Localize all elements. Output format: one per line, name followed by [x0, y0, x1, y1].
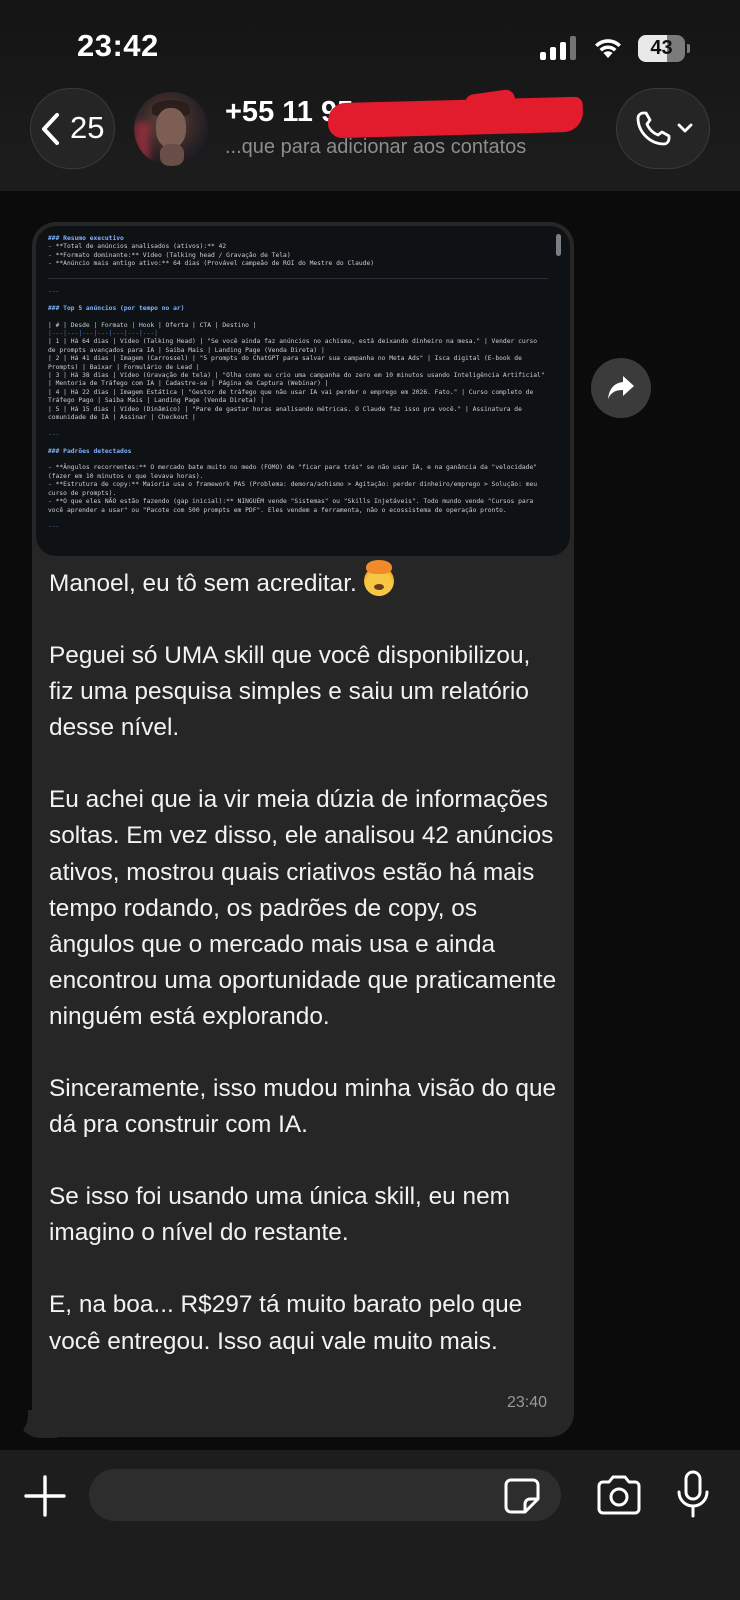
document-text: ### Resumo executivo - **Total de anúncio…	[48, 235, 548, 532]
unread-count: 25	[70, 110, 105, 145]
document-line: - **Formato dominante:** Vídeo (Talking …	[48, 251, 291, 259]
call-button[interactable]	[616, 88, 710, 169]
message-text: Manoel, eu tô sem acreditar. Peguei só U…	[49, 560, 559, 1360]
message-paragraph-text: E, na boa... R$297 tá muito barato pelo …	[49, 1291, 523, 1355]
attached-document-preview[interactable]: ### Resumo executivo - **Total de anúncio…	[36, 226, 570, 556]
battery-percentage: 43	[650, 37, 673, 59]
message-paragraph-text: Sinceramente, isso mudou minha visão do …	[49, 1075, 557, 1139]
document-line: - **Total de anúncios analisados (ativos…	[48, 243, 227, 251]
document-line: - **O que eles NÃO estão fazendo (gap in…	[48, 498, 538, 514]
document-line: | 3 | Há 38 dias | Vídeo (Gravação de te…	[48, 372, 549, 388]
wifi-icon	[595, 39, 621, 58]
document-divider	[48, 278, 548, 287]
document-line: | 4 | Há 22 dias | Imagem Estática | "Ge…	[48, 388, 538, 405]
message-paragraph: E, na boa... R$297 tá muito barato pelo …	[49, 1287, 559, 1359]
message-paragraph-text: Manoel, eu tô sem acreditar.	[49, 570, 357, 597]
contact-avatar[interactable]	[134, 92, 208, 166]
message-paragraph: Eu achei que ia vir meia dúzia de inform…	[49, 782, 559, 1035]
message-paragraph: Manoel, eu tô sem acreditar.	[49, 560, 559, 602]
document-line: | 5 | Há 15 dias | Vídeo (Dinâmico) | "P…	[48, 405, 526, 422]
document-line: ---	[48, 523, 60, 531]
status-time: 23:42	[77, 28, 159, 63]
document-scrollbar	[556, 234, 561, 256]
message-input[interactable]	[89, 1469, 561, 1521]
exploding-head-emoji	[363, 560, 394, 596]
forward-button[interactable]	[591, 358, 651, 418]
phone-icon	[636, 111, 693, 146]
plus-icon[interactable]	[22, 1473, 68, 1519]
forward-arrow-icon	[608, 376, 634, 399]
document-line: | 1 | Há 64 dias | Vídeo (Talking Head) …	[48, 338, 541, 354]
message-paragraph: Peguei só UMA skill que você disponibili…	[49, 638, 559, 746]
sticker-icon[interactable]	[503, 1477, 541, 1515]
message-paragraph-text: Peguei só UMA skill que você disponibili…	[49, 642, 531, 742]
message-paragraph-text: Se isso foi usando uma única skill, eu n…	[49, 1183, 510, 1247]
document-heading: ### Top 5 anúncios (por tempo no ar)	[48, 304, 185, 312]
message-timestamp: 23:40	[507, 1394, 548, 1411]
contact-subtitle[interactable]: ...que para adicionar aos contatos	[225, 136, 526, 159]
message-paragraph: Sinceramente, isso mudou minha visão do …	[49, 1071, 559, 1143]
document-line: - **Ângulos recorrentes:** O mercado bat…	[48, 464, 541, 480]
back-button[interactable]: 25	[30, 88, 115, 169]
document-heading: ### Padrões detectados	[48, 447, 132, 455]
document-line: ---	[48, 430, 60, 438]
microphone-icon[interactable]	[676, 1470, 710, 1520]
redaction-mark	[327, 96, 584, 139]
document-line: - **Anúncio mais antigo ativo:** 64 dias…	[48, 260, 375, 268]
top-bar: 23:42 43 25 +55 11 95 ...que para adicio…	[0, 0, 740, 191]
cellular-signal-icon	[540, 36, 576, 60]
document-line: | 2 | Há 41 dias | Imagem (Carrossel) | …	[48, 355, 526, 371]
battery-icon: 43	[638, 35, 690, 62]
chevron-left-icon	[42, 113, 59, 145]
document-line: | # | Desde | Formato | Hook | Oferta | …	[48, 321, 257, 329]
camera-icon[interactable]	[595, 1474, 643, 1516]
message-paragraph: Se isso foi usando uma única skill, eu n…	[49, 1179, 559, 1251]
message-paragraph-text: Eu achei que ia vir meia dúzia de inform…	[49, 786, 557, 1030]
document-line: ---	[48, 288, 60, 296]
document-line: - **Estrutura de copy:** Maioria usa o f…	[48, 481, 541, 497]
